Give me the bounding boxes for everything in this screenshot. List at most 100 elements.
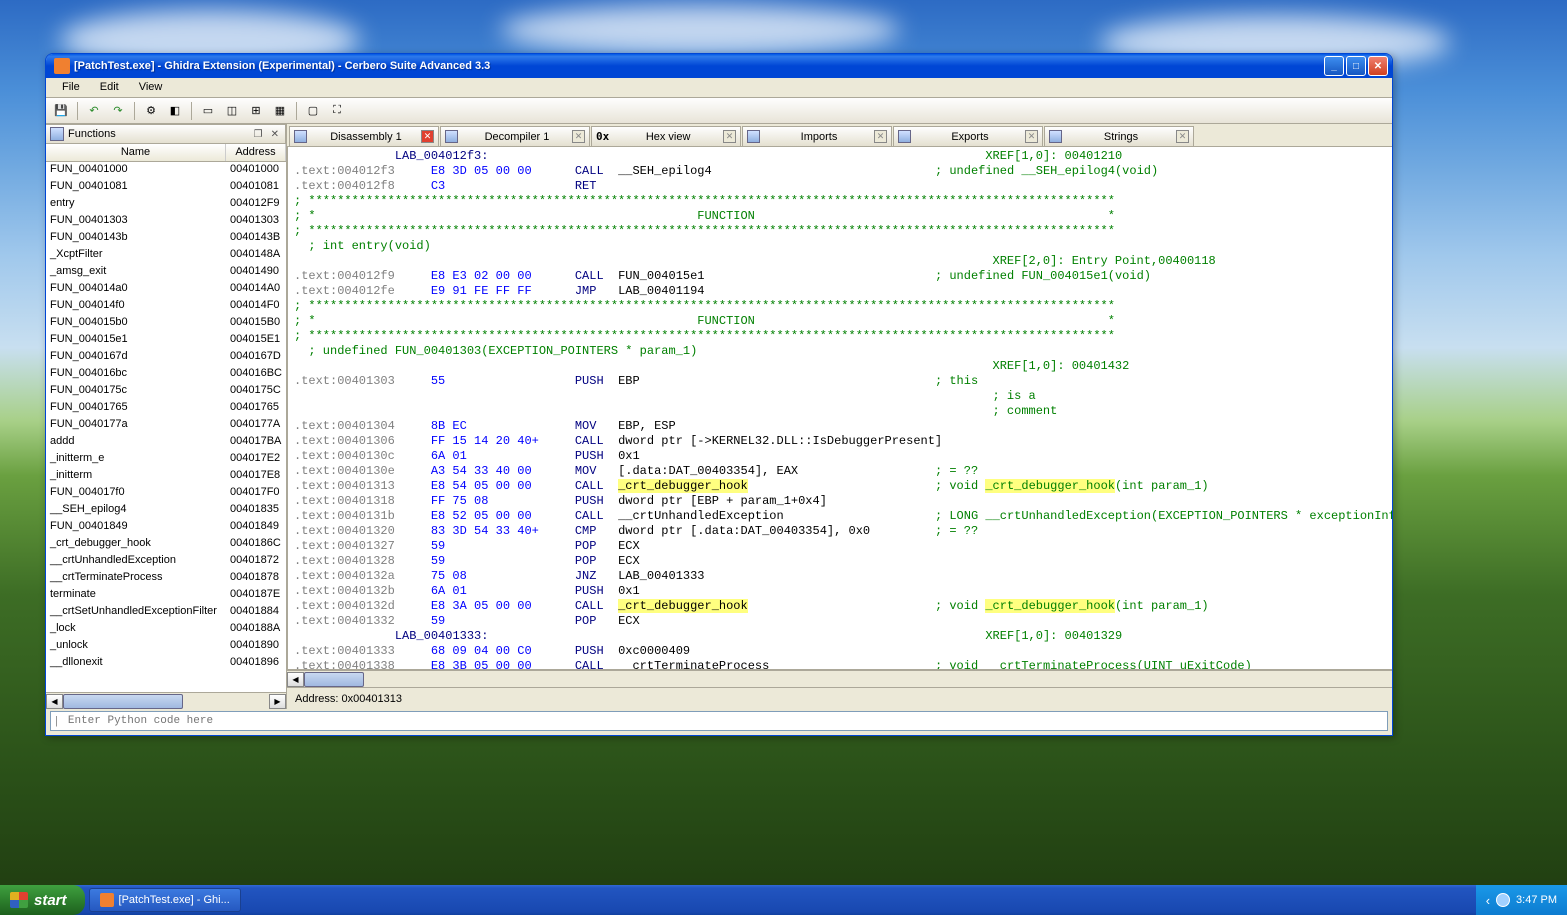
start-button[interactable]: start <box>0 885 85 915</box>
disasm-line[interactable]: .text:004012f3 E8 3D 05 00 00 CALL __SEH… <box>288 164 1392 179</box>
table-row[interactable]: _XcptFilter0040148A <box>46 247 286 264</box>
menu-file[interactable]: File <box>52 78 90 97</box>
table-row[interactable]: addd004017BA <box>46 434 286 451</box>
table-row[interactable]: FUN_004015b0004015B0 <box>46 315 286 332</box>
table-row[interactable]: FUN_0040177a0040177A <box>46 417 286 434</box>
redo-icon[interactable]: ↷ <box>107 100 129 122</box>
table-row[interactable]: __SEH_epilog400401835 <box>46 502 286 519</box>
table-row[interactable]: _initterm_e004017E2 <box>46 451 286 468</box>
tab-close-icon[interactable]: ✕ <box>421 130 434 143</box>
scroll-thumb[interactable] <box>304 672 364 687</box>
disasm-line[interactable]: .text:0040132b 6A 01 PUSH 0x1 <box>288 584 1392 599</box>
disasm-line[interactable]: .text:00401313 E8 54 05 00 00 CALL _crt_… <box>288 479 1392 494</box>
table-row[interactable]: FUN_0040167d0040167D <box>46 349 286 366</box>
tab-close-icon[interactable]: ✕ <box>572 130 585 143</box>
disasm-line[interactable]: ; int entry(void) <box>288 239 1392 254</box>
tab-decompiler[interactable]: Decompiler 1 ✕ <box>440 126 590 146</box>
table-row[interactable]: FUN_0040143b0040143B <box>46 230 286 247</box>
layout3-icon[interactable]: ⊞ <box>245 100 267 122</box>
table-row[interactable]: FUN_0040175c0040175C <box>46 383 286 400</box>
table-row[interactable]: _crt_debugger_hook0040186C <box>46 536 286 553</box>
table-row[interactable]: FUN_0040108100401081 <box>46 179 286 196</box>
menu-view[interactable]: View <box>129 78 173 97</box>
clock[interactable]: 3:47 PM <box>1516 894 1557 906</box>
disasm-line[interactable]: XREF[2,0]: Entry Point,00400118 <box>288 254 1392 269</box>
disasm-line[interactable]: .text:00401327 59 POP ECX <box>288 539 1392 554</box>
disasm-line[interactable]: LAB_004012f3: XREF[1,0]: 00401210 <box>288 149 1392 164</box>
python-input[interactable] <box>62 713 1387 729</box>
disasm-line[interactable]: .text:004012f9 E8 E3 02 00 00 CALL FUN_0… <box>288 269 1392 284</box>
gear-icon[interactable]: ⚙ <box>140 100 162 122</box>
table-row[interactable]: FUN_0040176500401765 <box>46 400 286 417</box>
table-row[interactable]: FUN_0040184900401849 <box>46 519 286 536</box>
table-row[interactable]: __dllonexit00401896 <box>46 655 286 672</box>
disasm-line[interactable]: .text:00401333 68 09 04 00 C0 PUSH 0xc00… <box>288 644 1392 659</box>
table-row[interactable]: _initterm004017E8 <box>46 468 286 485</box>
disasm-line[interactable]: ; **************************************… <box>288 224 1392 239</box>
menu-edit[interactable]: Edit <box>90 78 129 97</box>
disasm-line[interactable]: ; **************************************… <box>288 299 1392 314</box>
disasm-line[interactable]: .text:00401320 83 3D 54 33 40+ CMP dword… <box>288 524 1392 539</box>
table-row[interactable]: FUN_004017f0004017F0 <box>46 485 286 502</box>
layout1-icon[interactable]: ▭ <box>197 100 219 122</box>
disasm-line[interactable]: .text:0040130c 6A 01 PUSH 0x1 <box>288 449 1392 464</box>
scroll-right-icon[interactable]: ▶ <box>269 694 286 709</box>
disasm-line[interactable]: .text:004012fe E9 91 FE FF FF JMP LAB_00… <box>288 284 1392 299</box>
table-row[interactable]: FUN_004015e1004015E1 <box>46 332 286 349</box>
tab-close-icon[interactable]: ✕ <box>723 130 736 143</box>
table-row[interactable]: __crtSetUnhandledExceptionFilter00401884 <box>46 604 286 621</box>
window2-icon[interactable]: ⛶ <box>326 100 348 122</box>
table-row[interactable]: FUN_004016bc004016BC <box>46 366 286 383</box>
tab-close-icon[interactable]: ✕ <box>1025 130 1038 143</box>
disasm-line[interactable]: ; undefined FUN_00401303(EXCEPTION_POINT… <box>288 344 1392 359</box>
disasm-line[interactable]: .text:004012f8 C3 RET <box>288 179 1392 194</box>
layout4-icon[interactable]: ▦ <box>269 100 291 122</box>
col-name-header[interactable]: Name <box>46 144 226 161</box>
titlebar[interactable]: [PatchTest.exe] - Ghidra Extension (Expe… <box>46 54 1392 78</box>
tab-disassembly[interactable]: Disassembly 1 ✕ <box>289 126 439 146</box>
disassembly-view[interactable]: ▲ ▼ LAB_004012f3: XREF[1,0]: 00401210.te… <box>287 146 1392 670</box>
table-row[interactable]: entry004012F9 <box>46 196 286 213</box>
tray-icon[interactable] <box>1496 893 1510 907</box>
disasm-line[interactable]: .text:00401332 59 POP ECX <box>288 614 1392 629</box>
tab-imports[interactable]: Imports ✕ <box>742 126 892 146</box>
tab-close-icon[interactable]: ✕ <box>1176 130 1189 143</box>
disasm-line[interactable]: .text:0040130e A3 54 33 40 00 MOV [.data… <box>288 464 1392 479</box>
disasm-line[interactable]: .text:00401318 FF 75 08 PUSH dword ptr [… <box>288 494 1392 509</box>
disasm-line[interactable]: .text:0040132d E8 3A 05 00 00 CALL _crt_… <box>288 599 1392 614</box>
tab-strings[interactable]: Strings ✕ <box>1044 126 1194 146</box>
scroll-left-icon[interactable]: ◀ <box>46 694 63 709</box>
plugin-icon[interactable]: ◧ <box>164 100 186 122</box>
minimize-button[interactable]: _ <box>1324 56 1344 76</box>
col-addr-header[interactable]: Address <box>226 144 286 161</box>
save-icon[interactable]: 💾 <box>50 100 72 122</box>
tray-expand-icon[interactable]: ‹ <box>1486 893 1490 908</box>
table-row[interactable]: FUN_004014a0004014A0 <box>46 281 286 298</box>
disasm-line[interactable]: LAB_00401333: XREF[1,0]: 00401329 <box>288 629 1392 644</box>
disasm-line[interactable]: .text:00401328 59 POP ECX <box>288 554 1392 569</box>
disasm-line[interactable]: .text:00401306 FF 15 14 20 40+ CALL dwor… <box>288 434 1392 449</box>
disasm-line[interactable]: ; * FUNCTION * <box>288 314 1392 329</box>
disasm-line[interactable]: .text:0040131b E8 52 05 00 00 CALL __crt… <box>288 509 1392 524</box>
scroll-thumb[interactable] <box>63 694 183 709</box>
disasm-line[interactable]: .text:00401338 E8 3B 05 00 00 CALL __crt… <box>288 659 1392 670</box>
disasm-line[interactable]: XREF[1,0]: 00401432 <box>288 359 1392 374</box>
close-button[interactable]: ✕ <box>1368 56 1388 76</box>
tab-close-icon[interactable]: ✕ <box>874 130 887 143</box>
table-row[interactable]: __crtTerminateProcess00401878 <box>46 570 286 587</box>
panel-float-icon[interactable]: ❐ <box>252 129 265 140</box>
scroll-left-icon[interactable]: ◀ <box>287 672 304 687</box>
disasm-line[interactable]: .text:0040132a 75 08 JNZ LAB_00401333 <box>288 569 1392 584</box>
window1-icon[interactable]: ▢ <box>302 100 324 122</box>
disasm-line[interactable]: ; * FUNCTION * <box>288 209 1392 224</box>
disasm-line[interactable]: ; is a <box>288 389 1392 404</box>
table-row[interactable]: _unlock00401890 <box>46 638 286 655</box>
system-tray[interactable]: ‹ 3:47 PM <box>1476 885 1567 915</box>
disasm-line[interactable]: .text:00401303 55 PUSH EBP ; this <box>288 374 1392 389</box>
disasm-line[interactable]: ; comment <box>288 404 1392 419</box>
table-row[interactable]: __crtUnhandledException00401872 <box>46 553 286 570</box>
functions-hscroll[interactable]: ◀ ▶ <box>46 692 286 709</box>
maximize-button[interactable]: □ <box>1346 56 1366 76</box>
disasm-line[interactable]: ; **************************************… <box>288 194 1392 209</box>
table-row[interactable]: terminate0040187E <box>46 587 286 604</box>
